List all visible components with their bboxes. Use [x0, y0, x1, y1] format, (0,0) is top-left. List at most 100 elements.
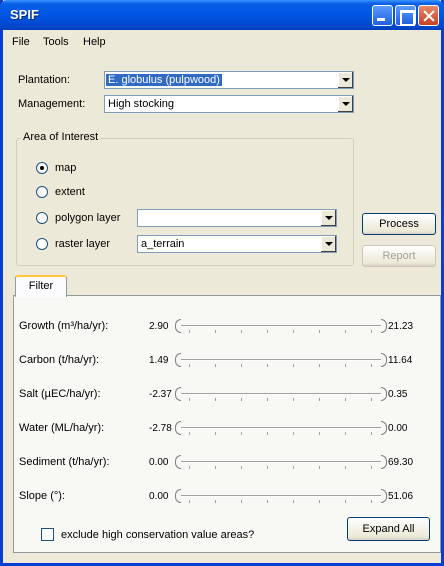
polygon-layer-select[interactable] [137, 209, 337, 227]
slider-tick [241, 364, 242, 367]
filter-row-max: 69.30 [388, 457, 414, 468]
slider-tick [345, 500, 346, 503]
slider-tick [371, 466, 372, 469]
process-button[interactable]: Process [362, 213, 436, 235]
radio-raster-layer-label: raster layer [55, 238, 111, 250]
slider-tick [189, 364, 190, 367]
expand-all-button[interactable]: Expand All [347, 517, 430, 541]
slider-tick [267, 364, 268, 367]
tab-filter[interactable]: Filter [15, 275, 67, 297]
slider-tick [215, 500, 216, 503]
slider-tick [215, 398, 216, 401]
filter-row-max: 21.23 [388, 321, 414, 332]
filter-row-max: 51.06 [388, 491, 414, 502]
slider-tick [319, 500, 320, 503]
slider-tick [293, 398, 294, 401]
slider-tick [319, 364, 320, 367]
slider-track[interactable] [181, 325, 381, 327]
filter-row-label: Sediment (t/ha/yr): [19, 456, 110, 468]
menu-help[interactable]: Help [83, 36, 106, 48]
slider-tick [267, 330, 268, 333]
slider-tick [371, 364, 372, 367]
filter-row-min: -2.37 [149, 389, 172, 400]
slider-tick [293, 432, 294, 435]
slider-tick [293, 330, 294, 333]
slider-tick [241, 330, 242, 333]
radio-raster-layer[interactable] [36, 238, 48, 250]
slider-tick [345, 398, 346, 401]
slider-tick [371, 398, 372, 401]
slider-tick [215, 364, 216, 367]
slider-tick [345, 432, 346, 435]
slider-tick [241, 398, 242, 401]
window-title: SPIF [10, 7, 39, 22]
raster-layer-value: a_terrain [141, 238, 185, 250]
slider-tick [293, 500, 294, 503]
slider-track[interactable] [181, 359, 381, 361]
menu-file[interactable]: File [12, 36, 30, 48]
slider-tick [319, 466, 320, 469]
slider-tick [345, 466, 346, 469]
filter-row-min: 1.49 [149, 355, 169, 366]
slider-tick [345, 330, 346, 333]
slider-track[interactable] [181, 461, 381, 463]
slider-tick [189, 398, 190, 401]
spif-window: SPIF File Tools Help Plantation: E. glob… [0, 0, 444, 566]
slider-tick [189, 500, 190, 503]
filter-row-label: Salt (µEC/ha/yr): [19, 388, 101, 400]
filter-row-label: Growth (m³/ha/yr): [19, 320, 109, 332]
filter-row-max: 0.00 [388, 423, 408, 434]
plantation-value: E. globulus (pulpwood) [106, 74, 222, 86]
slider-tick [319, 432, 320, 435]
minimize-button[interactable] [372, 5, 393, 26]
filter-row-min: -2.78 [149, 423, 172, 434]
menu-tools[interactable]: Tools [43, 36, 69, 48]
slider-tick [371, 500, 372, 503]
exclude-checkbox[interactable] [41, 528, 54, 541]
close-button[interactable] [418, 5, 439, 26]
radio-polygon-layer[interactable] [36, 212, 48, 224]
plantation-select[interactable]: E. globulus (pulpwood) [104, 71, 354, 89]
area-of-interest-title: Area of Interest [21, 131, 101, 143]
slider-track[interactable] [181, 393, 381, 395]
slider-tick [371, 432, 372, 435]
chevron-down-icon[interactable] [320, 236, 336, 252]
chevron-down-icon[interactable] [337, 72, 353, 88]
radio-map[interactable] [36, 162, 48, 174]
slider-track[interactable] [181, 495, 381, 497]
filter-row-max: 0.35 [388, 389, 408, 400]
chevron-down-icon[interactable] [337, 96, 353, 112]
chevron-down-icon[interactable] [320, 210, 336, 226]
filter-row-label: Water (ML/ha/yr): [19, 422, 105, 434]
slider-tick [189, 330, 190, 333]
slider-tick [319, 398, 320, 401]
slider-tick [241, 500, 242, 503]
filter-row-min: 0.00 [149, 491, 169, 502]
maximize-button[interactable] [395, 5, 416, 26]
filter-row-max: 11.64 [388, 355, 413, 366]
management-label: Management: [18, 98, 86, 110]
radio-map-label: map [55, 162, 77, 174]
radio-extent-label: extent [55, 186, 85, 198]
report-button[interactable]: Report [362, 245, 436, 267]
title-bar[interactable]: SPIF [0, 0, 444, 30]
plantation-label: Plantation: [18, 74, 70, 86]
slider-tick [267, 500, 268, 503]
radio-polygon-layer-label: polygon layer [55, 212, 121, 224]
slider-tick [189, 432, 190, 435]
slider-tick [215, 466, 216, 469]
radio-extent[interactable] [36, 186, 48, 198]
slider-track[interactable] [181, 427, 381, 429]
management-select[interactable]: High stocking [104, 95, 354, 113]
filter-row-min: 2.90 [149, 321, 169, 332]
slider-tick [267, 398, 268, 401]
slider-tick [241, 466, 242, 469]
slider-tick [293, 364, 294, 367]
raster-layer-select[interactable]: a_terrain [137, 235, 337, 253]
slider-tick [293, 466, 294, 469]
filter-row-min: 0.00 [149, 457, 169, 468]
slider-tick [215, 330, 216, 333]
slider-tick [319, 330, 320, 333]
management-value: High stocking [108, 98, 175, 110]
exclude-label: exclude high conservation value areas? [61, 529, 255, 541]
